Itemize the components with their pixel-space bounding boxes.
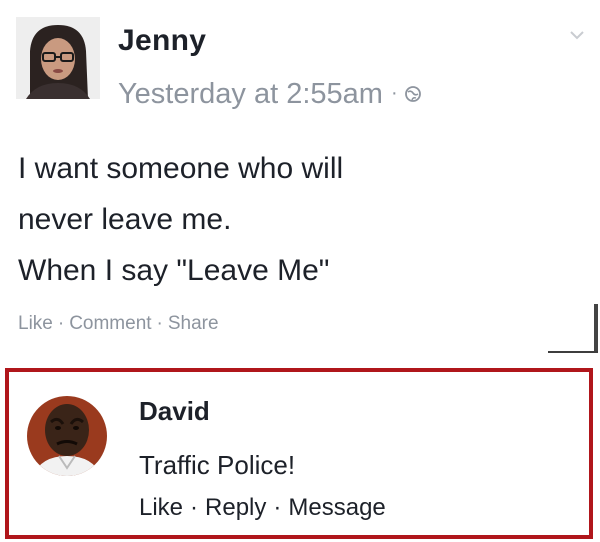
message-link[interactable]: Message	[288, 494, 385, 521]
comment-like-link[interactable]: Like	[139, 494, 183, 521]
highlighted-comment: David Traffic Police! Like · Reply · Message	[5, 368, 593, 539]
scrollbar-fragment	[594, 304, 598, 352]
avatar-image	[27, 396, 107, 476]
post-body-line: never leave me.	[18, 203, 232, 236]
post-author-avatar[interactable]	[16, 17, 100, 99]
reply-link[interactable]: Reply	[205, 494, 266, 521]
post-timestamp[interactable]: Yesterday at 2:55am	[118, 78, 383, 110]
action-separator: ·	[190, 494, 199, 521]
like-link[interactable]: Like	[18, 313, 53, 334]
comment-actions: Like · Reply · Message	[139, 494, 386, 522]
comment-link[interactable]: Comment	[69, 313, 151, 334]
action-separator: ·	[156, 313, 163, 334]
comment-author-name[interactable]: David	[139, 396, 210, 427]
public-audience-icon[interactable]	[404, 85, 422, 103]
action-separator: ·	[273, 494, 282, 521]
action-separator: ·	[57, 313, 65, 334]
post-actions: Like · Comment · Share	[18, 313, 219, 335]
chevron-down-icon[interactable]	[570, 30, 584, 40]
share-link[interactable]: Share	[168, 313, 219, 334]
avatar-image	[16, 17, 100, 99]
divider-line	[548, 351, 598, 353]
comment-text: Traffic Police!	[139, 450, 296, 480]
comment-author-avatar[interactable]	[27, 396, 107, 476]
meta-separator: ·	[390, 82, 398, 104]
post-body-line: I want someone who will	[18, 152, 344, 185]
post-body: I want someone who will never leave me. …	[18, 143, 343, 296]
post-card: Jenny Yesterday at 2:55am · I want someon…	[0, 0, 600, 360]
post-author-name[interactable]: Jenny	[118, 24, 206, 58]
post-body-line: When I say "Leave Me"	[18, 254, 330, 287]
post-meta: Yesterday at 2:55am ·	[118, 78, 422, 111]
